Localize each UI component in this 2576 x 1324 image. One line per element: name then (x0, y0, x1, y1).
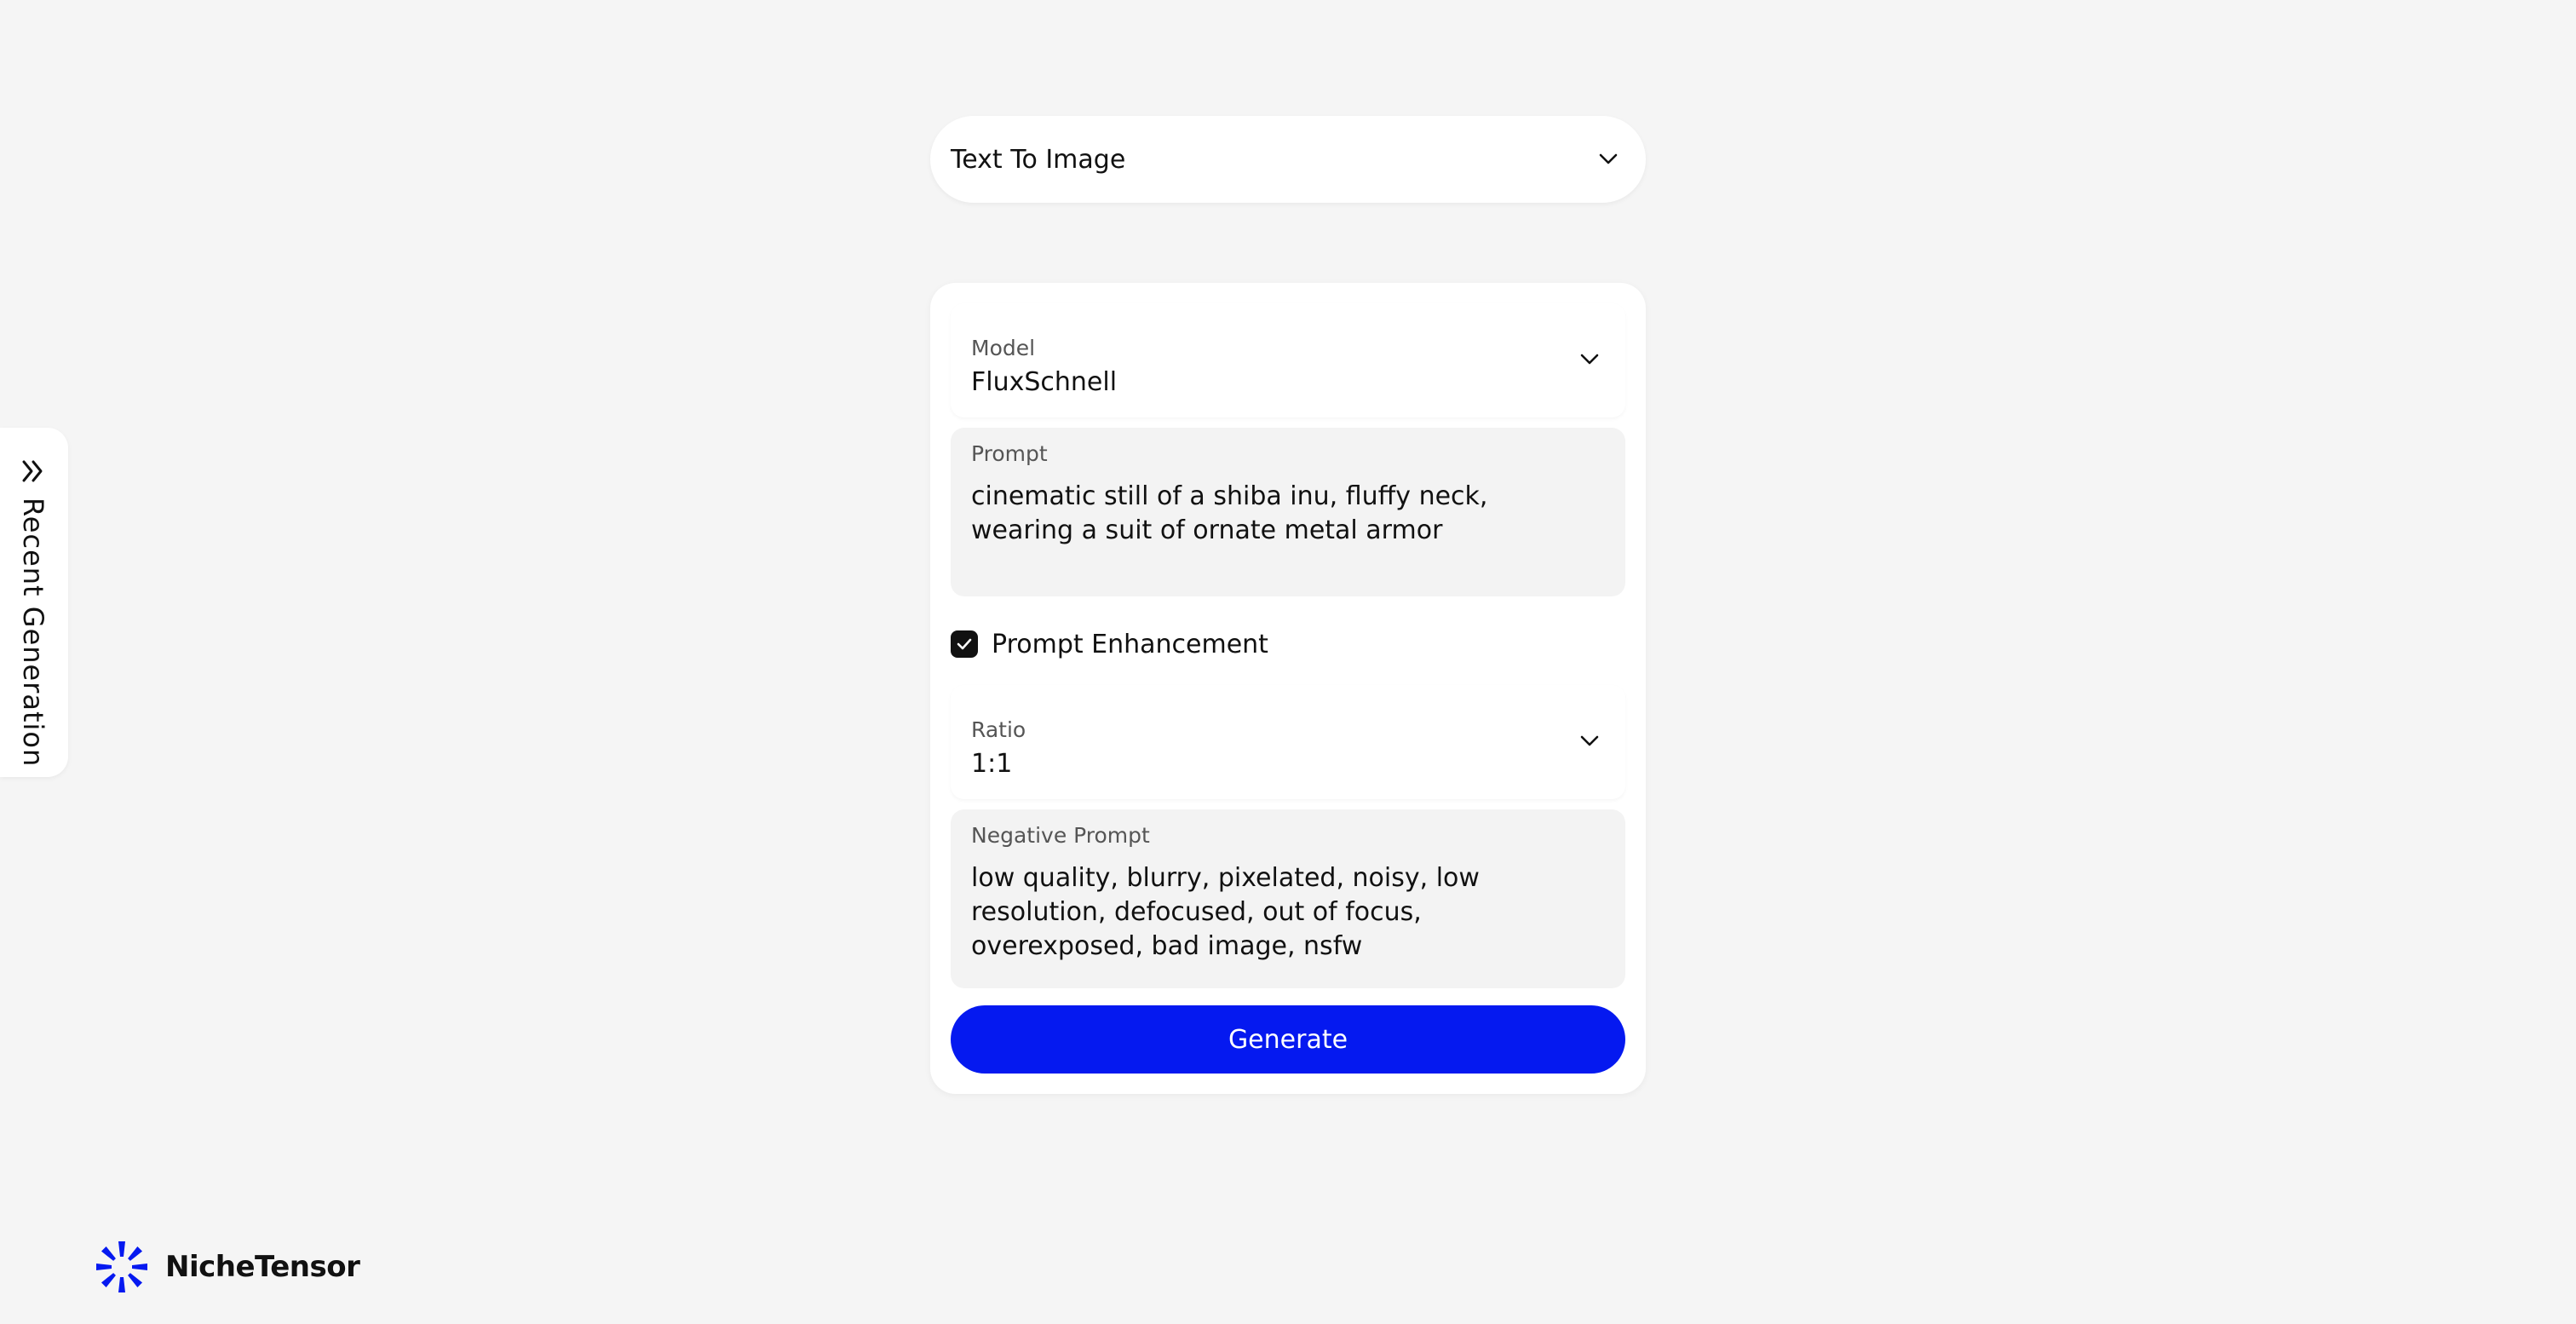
chevron-down-icon (1591, 142, 1625, 176)
model-select[interactable]: Model FluxSchnell (951, 303, 1625, 417)
generation-form-card: Model FluxSchnell Prompt cinematic still… (930, 283, 1646, 1094)
brand: NicheTensor (94, 1237, 360, 1297)
ratio-value: 1:1 (971, 749, 1013, 779)
prompt-enhancement-label: Prompt Enhancement (992, 629, 1268, 659)
nichetensor-logo-icon (94, 1239, 150, 1295)
recent-generation-tab[interactable]: Recent Generation (0, 428, 68, 777)
prompt-text[interactable]: cinematic still of a shiba inu, fluffy n… (971, 480, 1593, 548)
brand-name: NicheTensor (165, 1250, 360, 1284)
negative-prompt-text[interactable]: low quality, blurry, pixelated, noisy, l… (971, 861, 1593, 964)
mode-select-value: Text To Image (951, 144, 1126, 175)
recent-generation-label: Recent Generation (17, 498, 49, 768)
chevron-down-icon (1573, 724, 1607, 758)
ratio-select[interactable]: Ratio 1:1 (951, 685, 1625, 799)
chevron-down-icon (1573, 343, 1607, 377)
checkmark-icon (957, 638, 972, 650)
prompt-enhancement-checkbox[interactable] (951, 630, 978, 658)
generate-button[interactable]: Generate (951, 1005, 1625, 1074)
ratio-label: Ratio (971, 717, 1026, 742)
prompt-enhancement-toggle[interactable]: Prompt Enhancement (951, 627, 1268, 661)
negative-prompt-field[interactable]: Negative Prompt low quality, blurry, pix… (951, 809, 1625, 988)
prompt-field[interactable]: Prompt cinematic still of a shiba inu, f… (951, 428, 1625, 596)
prompt-label: Prompt (971, 441, 1048, 466)
negative-prompt-label: Negative Prompt (971, 823, 1150, 848)
double-chevron-right-icon (19, 457, 48, 486)
mode-select-dropdown[interactable]: Text To Image (930, 116, 1646, 203)
model-label: Model (971, 336, 1036, 360)
model-value: FluxSchnell (971, 367, 1118, 397)
